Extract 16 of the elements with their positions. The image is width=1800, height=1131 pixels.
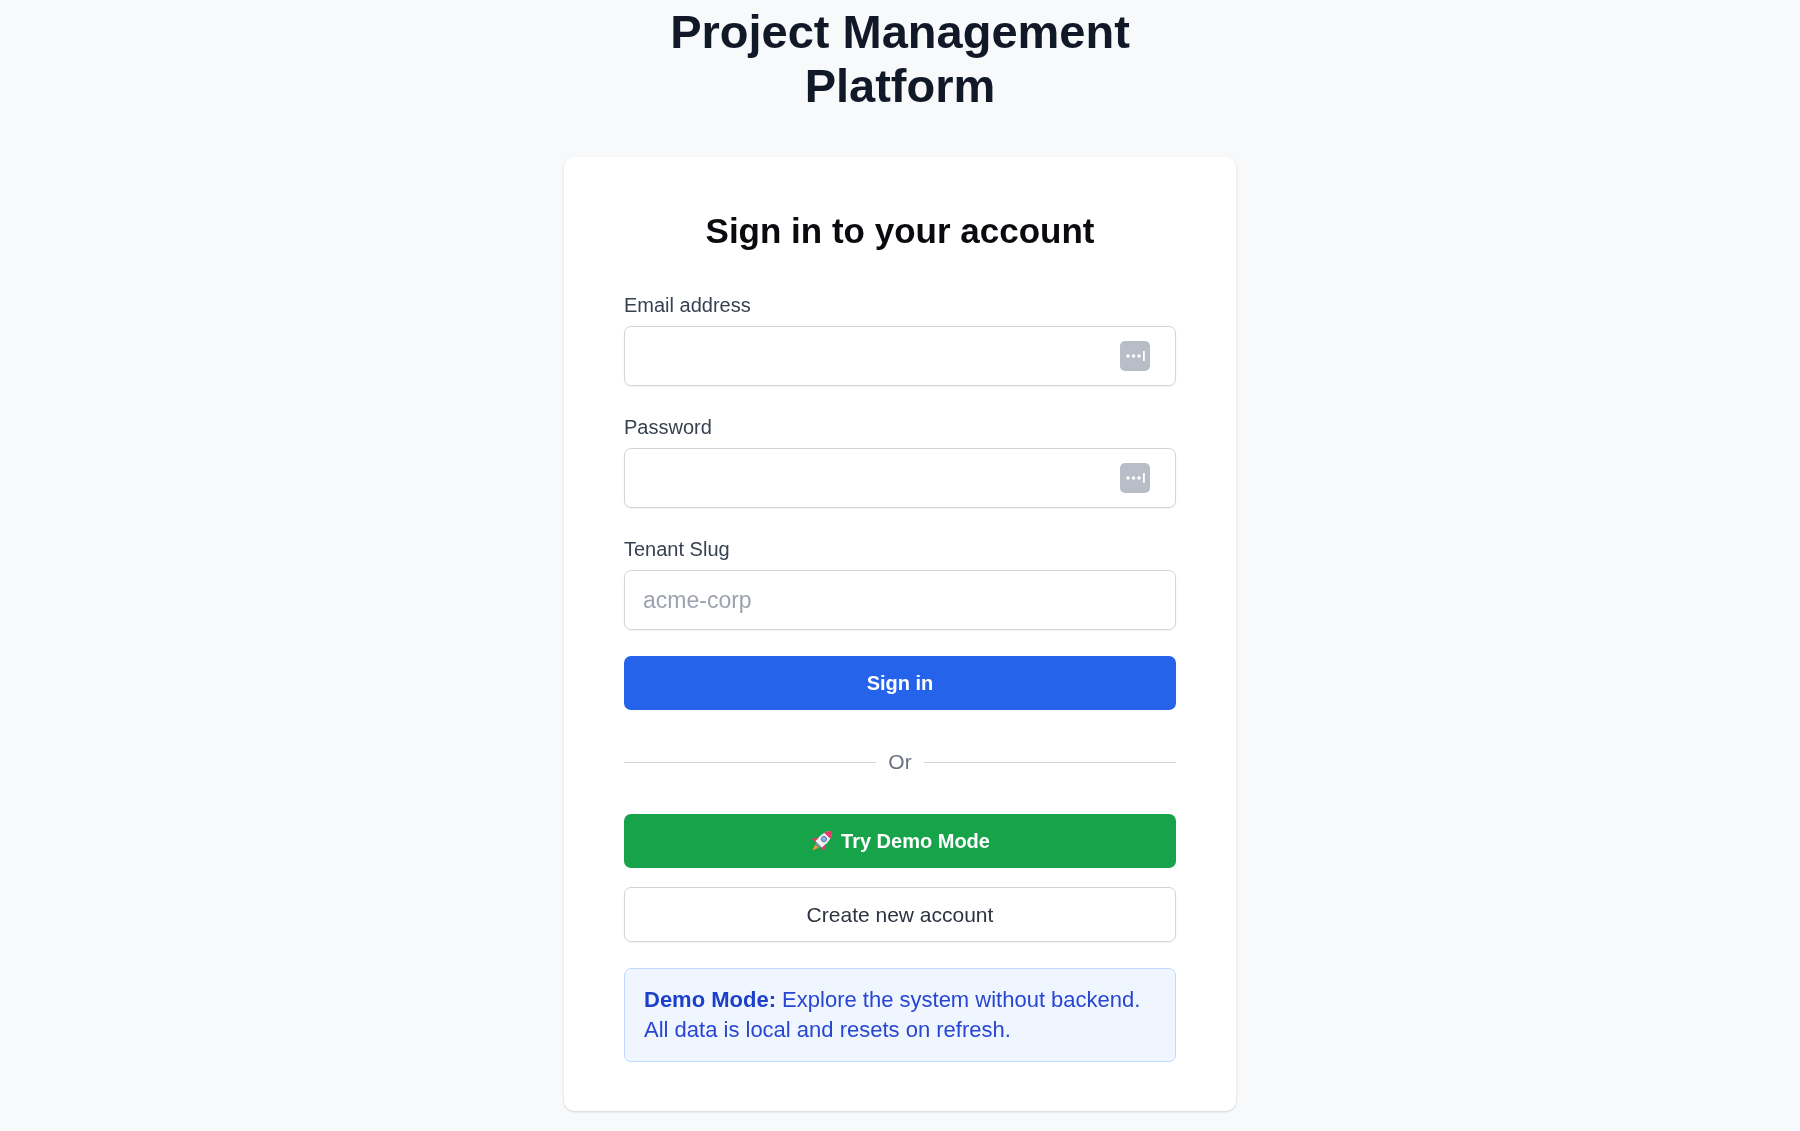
- password-dots-icon[interactable]: [1120, 341, 1150, 371]
- field-label: Password: [624, 415, 712, 439]
- password-dots-icon[interactable]: [1120, 463, 1150, 493]
- rocket-icon: [810, 829, 834, 853]
- field-label: Tenant Slug: [624, 537, 730, 561]
- page-title: Project Management Platform: [669, 5, 1131, 113]
- create-account-button[interactable]: Create new account: [624, 887, 1176, 942]
- input-field[interactable]: [624, 448, 1176, 508]
- sign-in-button[interactable]: Sign in: [624, 656, 1176, 710]
- divider-text: Or: [888, 750, 912, 774]
- card-heading: Sign in to your account: [704, 210, 1096, 252]
- demo-mode-button[interactable]: Try Demo Mode: [624, 814, 1176, 868]
- field-label: Email address: [624, 293, 751, 317]
- demo-mode-notice: Demo Mode: Explore the system without backend. All data is local and resets on refresh.: [624, 968, 1176, 1062]
- input-field[interactable]: acme-corp: [624, 570, 1176, 630]
- input-field[interactable]: [624, 326, 1176, 386]
